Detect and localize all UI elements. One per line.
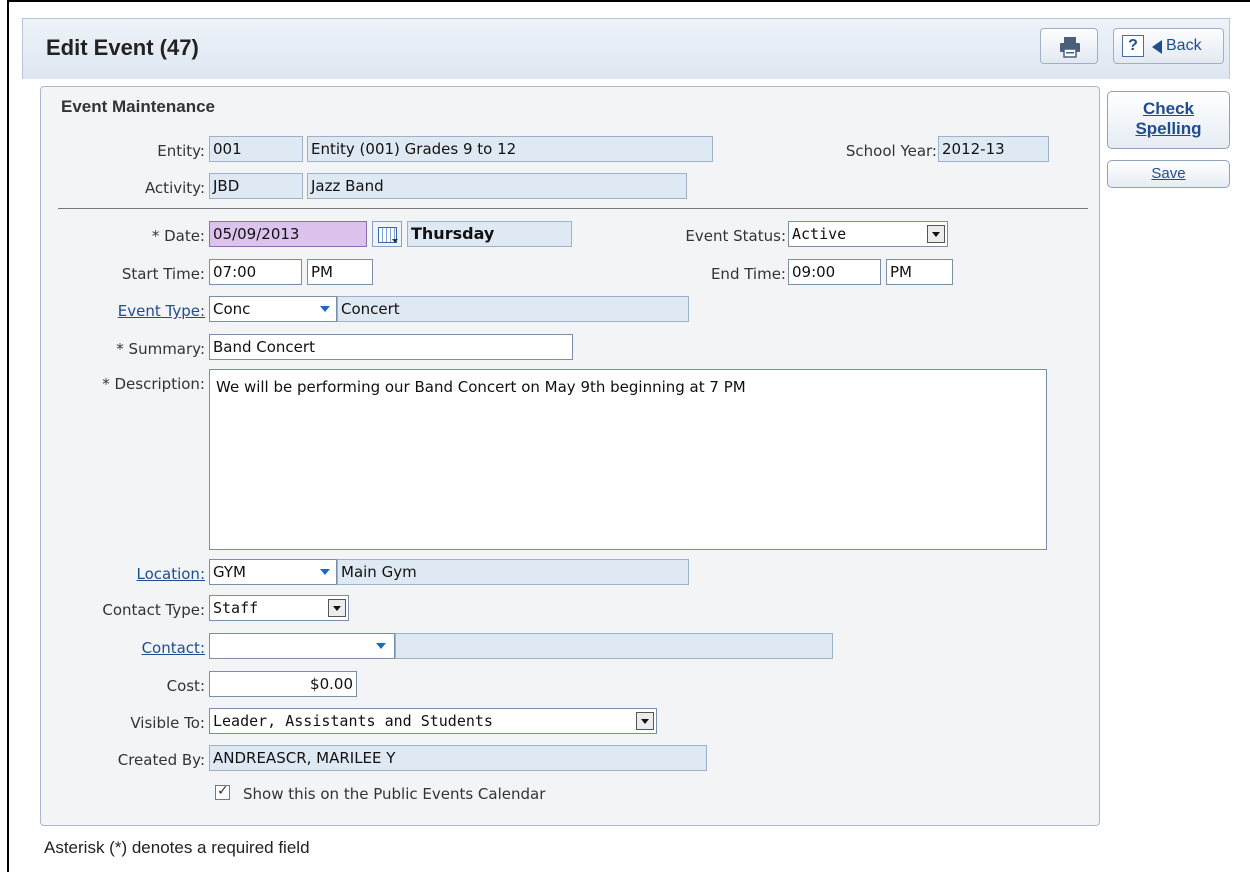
calendar-icon[interactable]	[372, 221, 402, 247]
public-calendar-checkbox[interactable]	[215, 783, 230, 800]
dropdown-arrow-icon[interactable]	[328, 599, 346, 617]
contact-type-value: Staff	[213, 599, 259, 617]
activity-name-field: Jazz Band	[307, 173, 687, 199]
section-title: Event Maintenance	[61, 97, 215, 116]
contact-link[interactable]: Contact:	[142, 639, 205, 657]
contact-name-field	[395, 633, 833, 659]
start-ampm-input[interactable]: PM	[307, 259, 373, 285]
day-of-week-field: Thursday	[407, 221, 572, 247]
contact-dropdown-icon[interactable]	[376, 643, 386, 649]
print-button[interactable]	[1040, 28, 1098, 64]
activity-label: Activity:	[144, 179, 205, 197]
date-input[interactable]: 05/09/2013	[209, 221, 367, 247]
entity-name-field: Entity (001) Grades 9 to 12	[307, 136, 713, 162]
check-spelling-line1: Check	[1142, 99, 1195, 118]
dropdown-arrow-icon[interactable]	[927, 225, 945, 243]
start-time-label: Start Time:	[121, 265, 205, 283]
back-arrow-icon[interactable]	[1152, 40, 1162, 54]
save-label: Save	[1151, 165, 1186, 182]
event-type-link[interactable]: Event Type:	[118, 302, 205, 320]
location-link[interactable]: Location:	[137, 565, 206, 583]
public-calendar-label: Show this on the Public Events Calendar	[243, 785, 546, 803]
end-time-label: End Time:	[710, 265, 786, 283]
description-label: * Description:	[102, 375, 205, 393]
school-year-field: 2012-13	[938, 136, 1049, 162]
visible-to-label: Visible To:	[130, 714, 205, 732]
page-title: Edit Event (47)	[46, 35, 199, 60]
location-name-field: Main Gym	[337, 559, 689, 585]
required-field-note: Asterisk (*) denotes a required field	[44, 838, 310, 857]
dropdown-arrow-icon[interactable]	[636, 712, 654, 730]
help-icon[interactable]: ?	[1122, 35, 1144, 57]
back-button[interactable]: Back	[1166, 37, 1202, 55]
start-time-input[interactable]: 07:00	[209, 259, 302, 285]
window-border-top	[7, 0, 1250, 2]
location-code-input[interactable]: GYM	[209, 559, 337, 585]
check-spelling-line2: Spelling	[1135, 119, 1202, 138]
school-year-label: School Year:	[845, 142, 937, 160]
event-type-name-field: Concert	[337, 296, 689, 322]
cost-input[interactable]: $0.00	[209, 671, 357, 697]
contact-type-select[interactable]: Staff	[209, 595, 349, 621]
end-time-input[interactable]: 09:00	[788, 259, 881, 285]
page-header: Edit Event (47) ? Back	[22, 18, 1230, 79]
date-label: * Date:	[151, 227, 205, 245]
cost-label: Cost:	[166, 677, 205, 695]
event-type-code-input[interactable]: Conc	[209, 296, 337, 322]
event-status-value: Active	[792, 225, 847, 243]
entity-label: Entity:	[157, 142, 205, 160]
section-divider	[58, 208, 1088, 209]
contact-type-label: Contact Type:	[102, 601, 205, 619]
visible-to-value: Leader, Assistants and Students	[213, 712, 493, 730]
check-spelling-button[interactable]: Check Spelling	[1107, 91, 1230, 149]
visible-to-select[interactable]: Leader, Assistants and Students	[209, 708, 657, 734]
created-by-label: Created By:	[117, 751, 205, 769]
summary-input[interactable]: Band Concert	[209, 334, 573, 360]
created-by-field: ANDREASCR, MARILEE Y	[209, 745, 707, 771]
window-border-left	[7, 0, 9, 872]
description-textarea[interactable]: We will be performing our Band Concert o…	[209, 369, 1047, 550]
activity-code-field: JBD	[209, 173, 303, 199]
end-ampm-input[interactable]: PM	[886, 259, 953, 285]
help-back-group: ? Back	[1113, 28, 1224, 64]
contact-code-input[interactable]	[209, 633, 395, 659]
location-dropdown-icon[interactable]	[320, 569, 330, 575]
event-type-dropdown-icon[interactable]	[320, 306, 330, 312]
event-status-label: Event Status:	[685, 227, 786, 245]
entity-code-field: 001	[209, 136, 303, 162]
event-status-select[interactable]: Active	[788, 221, 948, 247]
summary-label: * Summary:	[116, 340, 205, 358]
printer-icon	[1060, 37, 1080, 58]
save-button[interactable]: Save	[1107, 160, 1230, 188]
